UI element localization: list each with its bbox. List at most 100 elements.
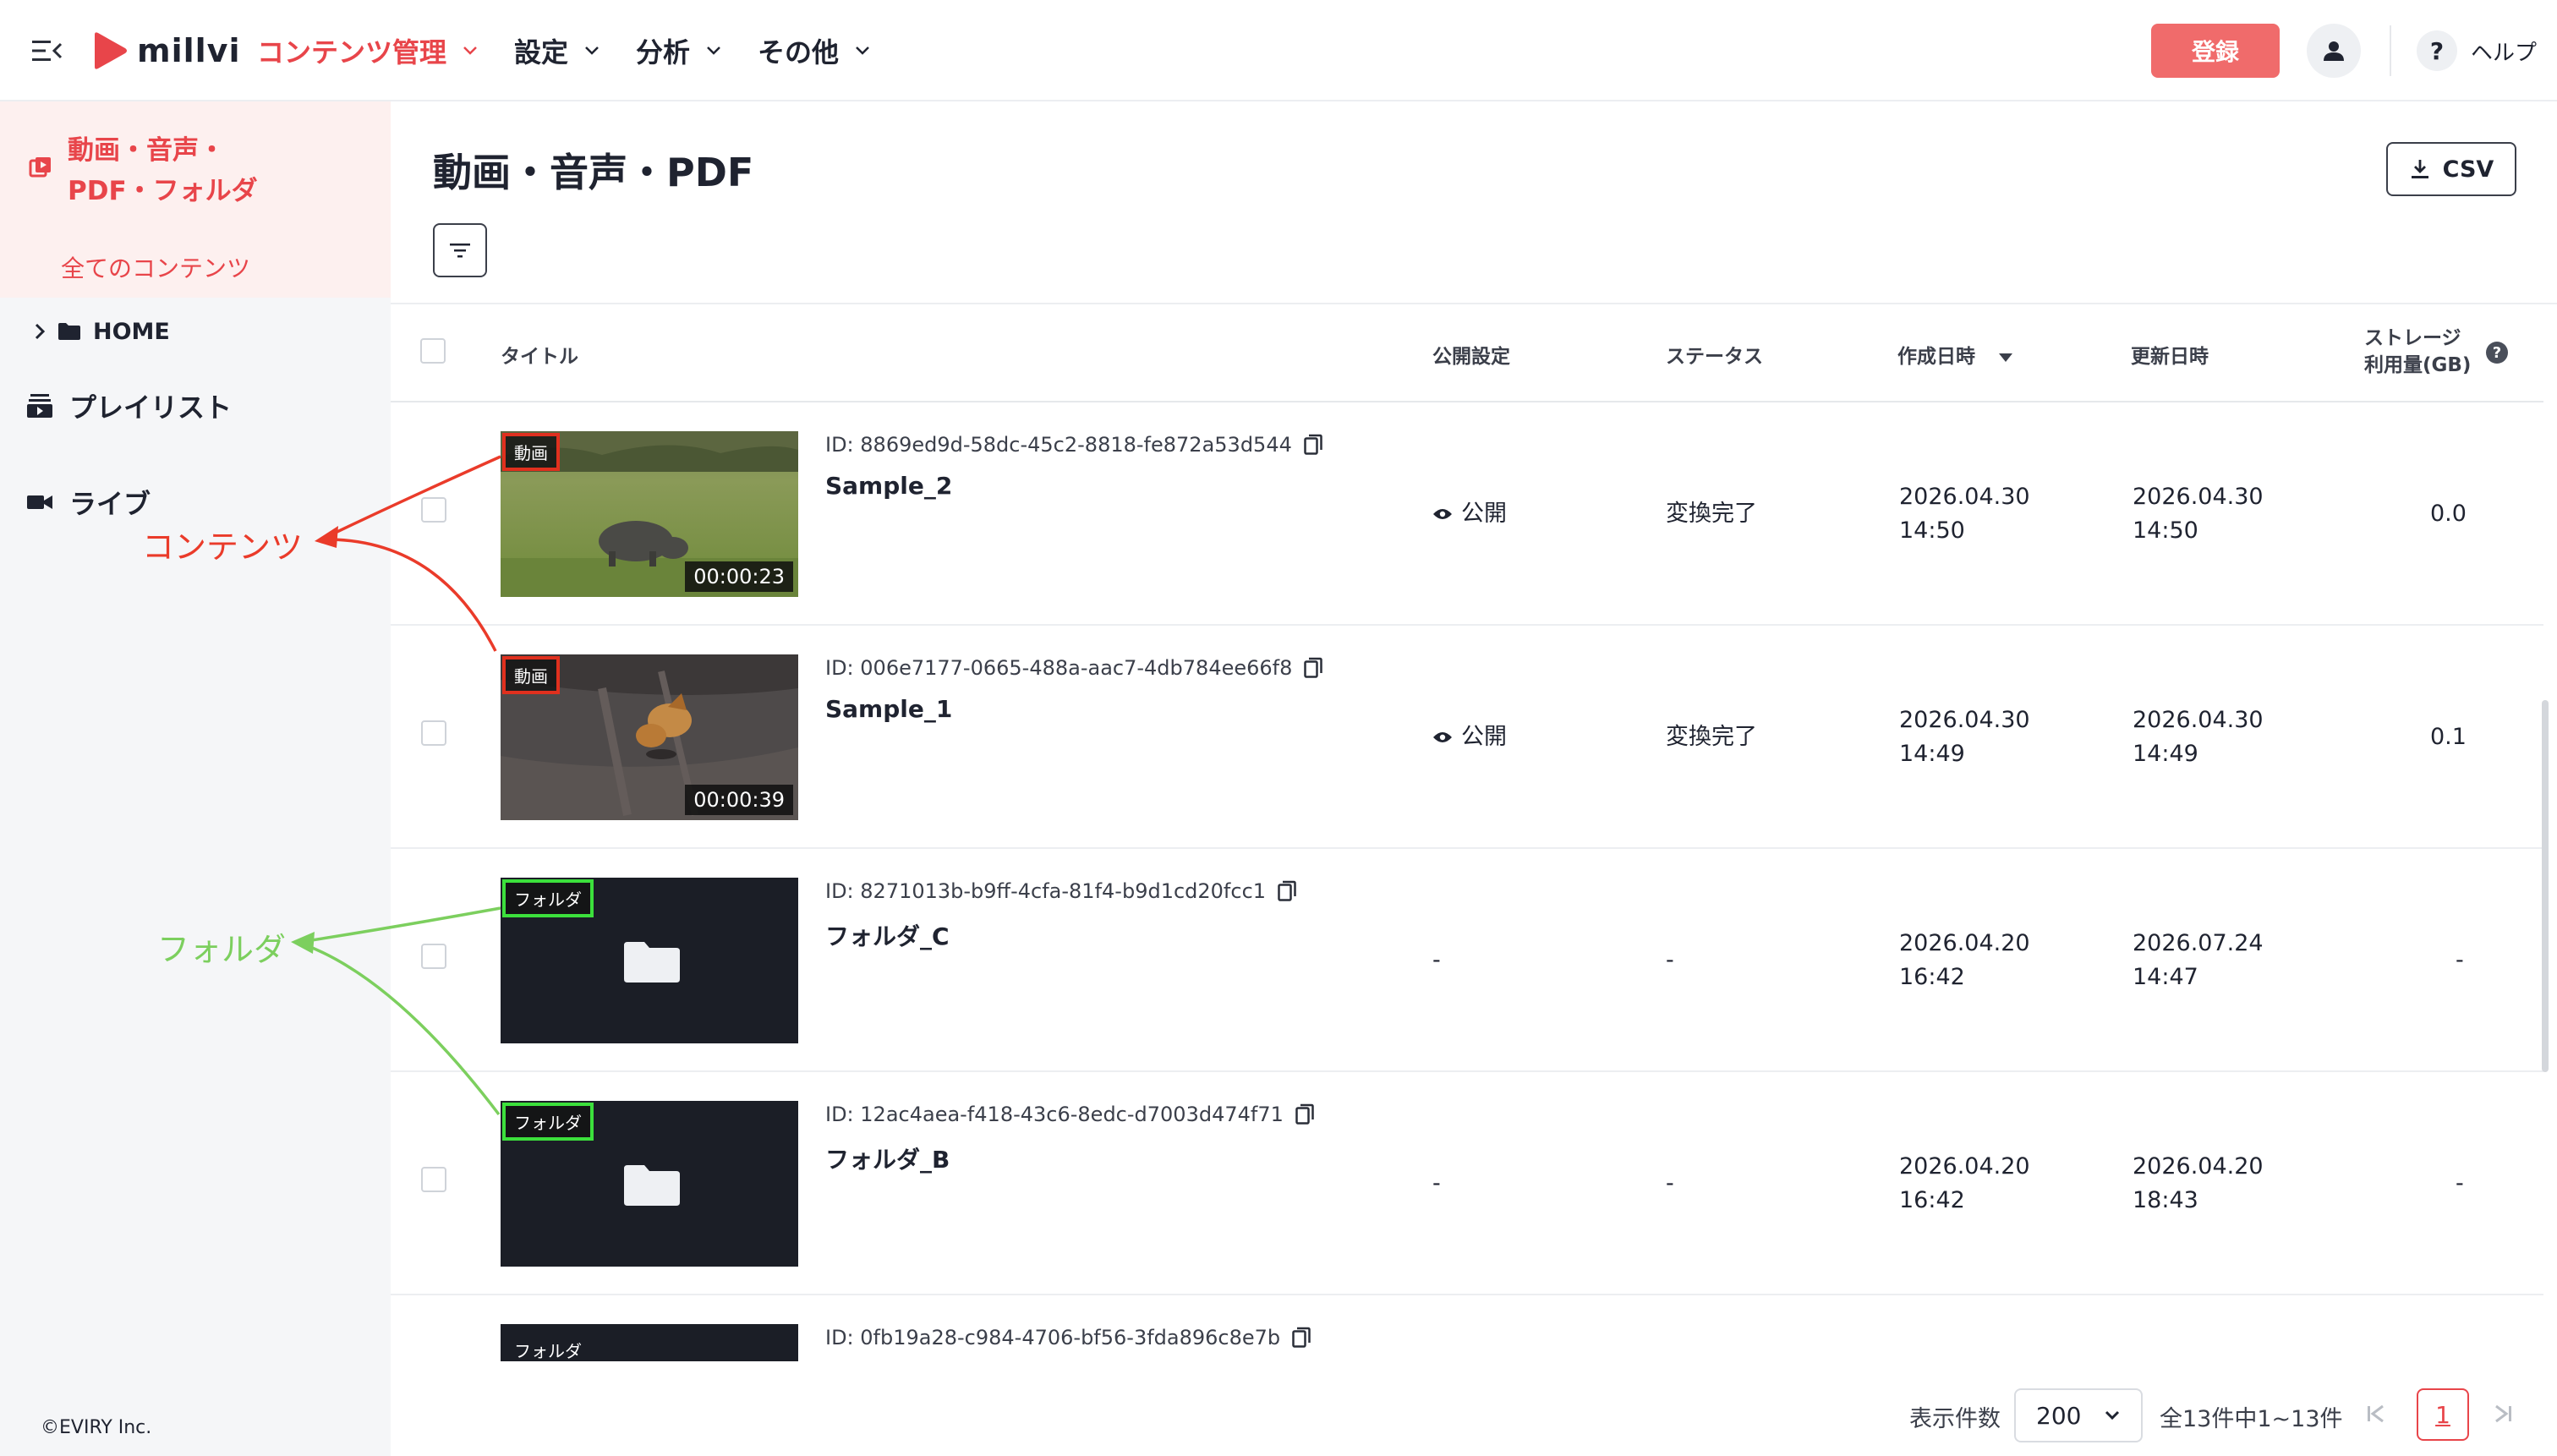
nav-label: その他 — [758, 36, 840, 68]
folder-thumbnail[interactable]: フォルダ — [501, 878, 798, 1043]
type-badge: 動画 — [502, 656, 560, 694]
help-label: ヘルプ — [2471, 40, 2538, 66]
content-id: ID: 8271013b-b9ff-4cfa-81f4-b9d1cd20fcc1 — [825, 879, 1296, 903]
csv-label: CSV — [2442, 156, 2494, 183]
table-row[interactable]: フォルダ ID: 8271013b-b9ff-4cfa-81f4-b9d1cd2… — [391, 849, 2543, 1072]
visibility-cell: - — [1432, 1170, 1441, 1196]
row-checkbox[interactable] — [421, 720, 446, 746]
help-icon: ? — [2417, 30, 2457, 71]
help-link[interactable]: ? ヘルプ — [2417, 25, 2537, 76]
visibility-text: 公開 — [1461, 724, 1507, 750]
row-checkbox[interactable] — [421, 497, 446, 523]
sidebar: 動画・音声・ PDF・フォルダ 全てのコンテンツ HOME プレイリスト ライブ… — [0, 101, 391, 1456]
updated-time: 18:43 — [2133, 1187, 2198, 1213]
csv-download-button[interactable]: CSV — [2386, 142, 2516, 196]
column-header-title[interactable]: タイトル — [501, 340, 578, 369]
table-row[interactable]: フォルダ ID: 12ac4aea-f418-43c6-8edc-d7003d4… — [391, 1072, 2543, 1295]
visibility-cell: - — [1432, 947, 1441, 973]
sidebar-item-contents[interactable]: 動画・音声・ PDF・フォルダ 全てのコンテンツ — [0, 101, 391, 298]
sidebar-title-line: PDF・フォルダ — [68, 176, 258, 206]
type-badge: フォルダ — [502, 1103, 594, 1141]
result-count: 全13件中1~13件 — [2160, 1406, 2343, 1432]
column-header-storage[interactable]: ストレージ 利用量(GB) — [2364, 325, 2471, 379]
content-id-text: ID: 0fb19a28-c984-4706-bf56-3fda896c8e7b — [825, 1326, 1281, 1349]
copy-icon[interactable] — [1278, 880, 1296, 902]
content-title[interactable]: フォルダ_B — [825, 1141, 950, 1175]
content-id-text: ID: 8271013b-b9ff-4cfa-81f4-b9d1cd20fcc1 — [825, 879, 1267, 903]
copy-icon[interactable] — [1292, 1327, 1311, 1349]
sidebar-item-playlist[interactable]: プレイリスト — [27, 387, 232, 424]
filter-button[interactable] — [433, 223, 487, 277]
nav-label: 設定 — [514, 36, 569, 68]
status-cell: - — [1666, 1170, 1674, 1196]
copy-icon[interactable] — [1304, 434, 1322, 456]
created-time: 16:42 — [1899, 1187, 1965, 1213]
sidebar-toggle-icon[interactable] — [30, 37, 63, 64]
content-title[interactable]: フォルダ_C — [825, 918, 950, 952]
nav-analytics[interactable]: 分析 — [636, 29, 722, 73]
column-header-status[interactable]: ステータス — [1666, 340, 1763, 369]
nav-other[interactable]: その他 — [758, 29, 871, 73]
sidebar-item-label: ライブ — [69, 488, 151, 520]
sidebar-item-home[interactable]: HOME — [34, 315, 170, 348]
column-header-label: 利用量(GB) — [2364, 354, 2472, 376]
content-title[interactable]: Sample_1 — [825, 695, 952, 723]
row-checkbox[interactable] — [421, 1167, 446, 1192]
copyright: ©EVIRY Inc. — [41, 1417, 152, 1438]
avatar[interactable] — [2307, 24, 2361, 78]
select-all-checkbox[interactable] — [420, 338, 446, 364]
storage-cell: - — [2456, 1170, 2464, 1196]
table-row[interactable]: 動画 00:00:23 ID: 8869ed9d-58dc-45c2-8818-… — [391, 402, 2543, 626]
scrollbar[interactable] — [2542, 700, 2549, 1072]
row-checkbox[interactable] — [421, 944, 446, 969]
column-header-updated[interactable]: 更新日時 — [2131, 340, 2209, 369]
storage-cell: 0.1 — [2430, 724, 2467, 750]
column-header-visibility[interactable]: 公開設定 — [1432, 340, 1510, 369]
updated-cell: 2026.04.20 18:43 — [2133, 1150, 2264, 1218]
nav-contents-management[interactable]: コンテンツ管理 — [257, 29, 479, 73]
nav-settings[interactable]: 設定 — [514, 29, 600, 73]
nav-label: 分析 — [636, 36, 691, 68]
type-badge: 動画 — [502, 433, 560, 471]
content-id-text: ID: 006e7177-0665-488a-aac7-4db784ee66f8 — [825, 656, 1293, 680]
per-page-select[interactable]: 200 — [2014, 1388, 2143, 1442]
visibility-cell: 公開 — [1432, 497, 1507, 531]
updated-time: 14:49 — [2133, 741, 2198, 767]
video-thumbnail[interactable]: 動画 00:00:23 — [501, 431, 798, 597]
sort-desc-icon[interactable] — [1997, 352, 2014, 364]
content-title[interactable]: Sample_2 — [825, 472, 952, 500]
millvi-logo[interactable]: millvi — [91, 25, 240, 76]
register-button[interactable]: 登録 — [2151, 24, 2280, 78]
video-thumbnail[interactable]: 動画 00:00:39 — [501, 654, 798, 820]
copy-icon[interactable] — [1304, 657, 1323, 679]
chevron-down-icon — [2105, 1410, 2120, 1420]
duration-badge: 00:00:39 — [685, 785, 793, 815]
content-id: ID: 0fb19a28-c984-4706-bf56-3fda896c8e7b — [825, 1326, 1311, 1349]
status-cell: 変換完了 — [1666, 724, 1757, 750]
created-time: 14:50 — [1899, 517, 1965, 544]
per-page-label: 表示件数 — [1909, 1406, 2001, 1432]
content-id-text: ID: 12ac4aea-f418-43c6-8edc-d7003d474f71 — [825, 1103, 1284, 1126]
annotation-contents: コンテンツ — [142, 528, 304, 566]
type-badge: フォルダ — [502, 879, 594, 917]
chevron-down-icon — [463, 47, 477, 55]
storage-info-icon[interactable]: ? — [2486, 342, 2508, 364]
copy-icon[interactable] — [1295, 1103, 1314, 1125]
page-button-current[interactable]: 1 — [2417, 1388, 2469, 1441]
last-page-icon[interactable] — [2491, 1402, 2515, 1426]
page-title: 動画・音声・PDF — [433, 150, 754, 195]
sidebar-title-line: 動画・音声・ — [68, 135, 225, 166]
folder-thumbnail[interactable]: フォルダ — [501, 1101, 798, 1267]
header-divider — [2390, 25, 2391, 76]
table-row[interactable]: フォルダ ID: 0fb19a28-c984-4706-bf56-3fda896… — [391, 1295, 2543, 1371]
sidebar-item-live[interactable]: ライブ — [27, 484, 151, 521]
folder-icon — [624, 942, 680, 983]
table-row[interactable]: 動画 00:00:39 ID: 006e7177-0665-488a-aac7-… — [391, 626, 2543, 849]
storage-cell: 0.0 — [2430, 501, 2467, 527]
column-header-created[interactable]: 作成日時 — [1897, 340, 2014, 369]
updated-date: 2026.04.20 — [2133, 1153, 2264, 1180]
sidebar-item-all-contents[interactable]: 全てのコンテンツ — [61, 250, 250, 284]
folder-icon — [624, 1165, 680, 1206]
first-page-icon[interactable] — [2364, 1402, 2388, 1426]
top-header: millvi コンテンツ管理 設定 分析 その他 登録 ? ヘルプ — [0, 0, 2557, 101]
